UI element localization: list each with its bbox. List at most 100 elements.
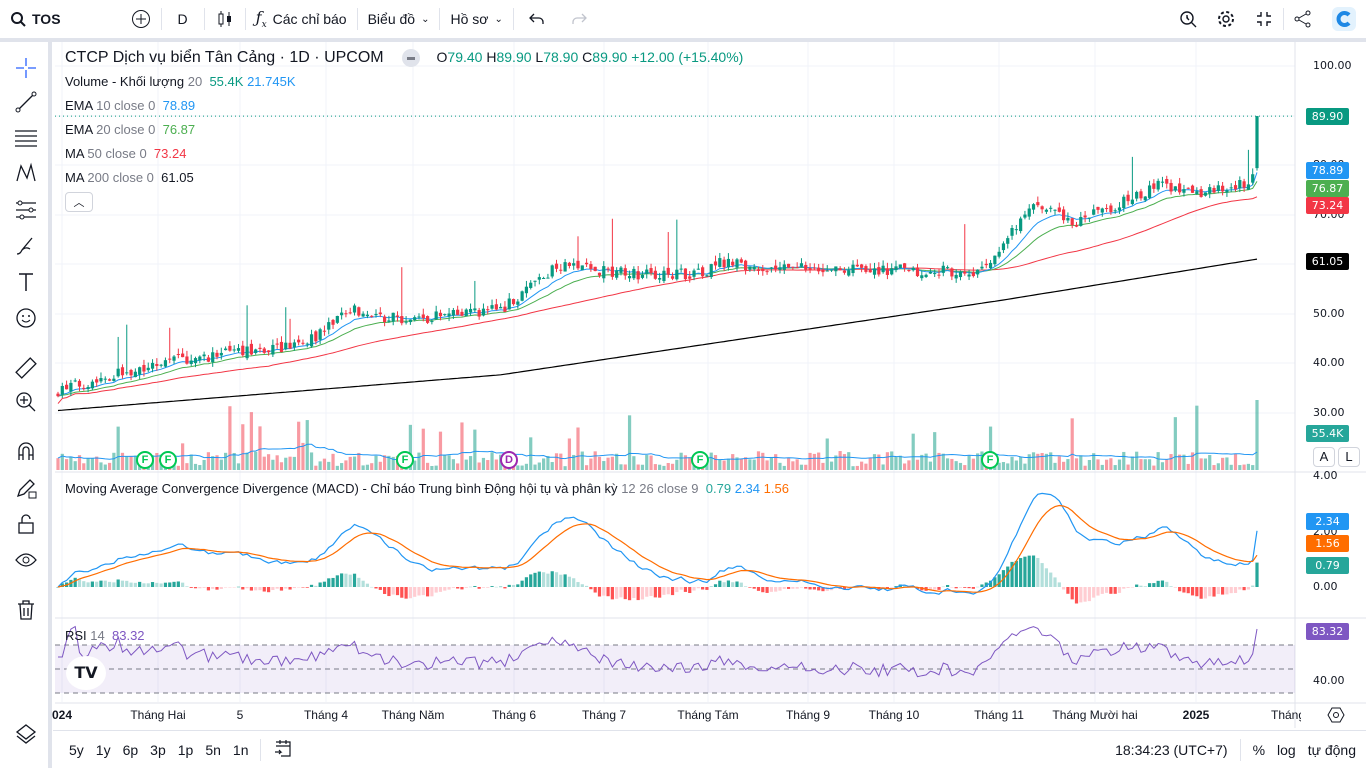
macd-histogram-bar bbox=[464, 587, 468, 588]
macd-histogram-bar bbox=[181, 582, 185, 587]
range-3m[interactable]: 3p bbox=[144, 742, 172, 758]
volume-bar bbox=[713, 455, 718, 470]
chevron-up-icon: ︿ bbox=[73, 197, 85, 209]
magnet-tool[interactable] bbox=[12, 438, 40, 466]
candle-body bbox=[825, 270, 829, 272]
zoom-tool[interactable] bbox=[12, 388, 40, 416]
redo-button[interactable] bbox=[560, 0, 598, 38]
time-axis-settings-button[interactable] bbox=[1327, 706, 1345, 727]
text-tool[interactable] bbox=[12, 268, 40, 296]
settings-button[interactable] bbox=[1207, 0, 1245, 38]
candle-body bbox=[1006, 238, 1010, 244]
range-5y[interactable]: 5y bbox=[63, 742, 90, 758]
earnings-event-marker[interactable]: F bbox=[136, 451, 154, 469]
collapse-legend-button[interactable]: ︿ bbox=[65, 192, 93, 212]
candle-body bbox=[1143, 196, 1147, 201]
macd-histogram-bar bbox=[301, 587, 305, 588]
log-scale-toggle[interactable]: log bbox=[1271, 742, 1302, 758]
hide-tool[interactable] bbox=[12, 546, 40, 574]
legend-toggle-button[interactable] bbox=[402, 49, 421, 67]
clock[interactable]: 18:34:23 (UTC+7) bbox=[1109, 742, 1233, 758]
crosshair-tool[interactable] bbox=[12, 54, 40, 82]
percent-scale-button[interactable]: % bbox=[1247, 742, 1271, 758]
last-price-label: 89.90 bbox=[1306, 108, 1349, 125]
macd-histogram-bar bbox=[997, 574, 1001, 587]
bottom-toolbar: 5y 1y 6p 3p 1p 5n 1n 18:34:23 (UTC+7) % … bbox=[53, 730, 1366, 768]
volume-bar bbox=[125, 456, 129, 470]
candle-body bbox=[189, 360, 193, 364]
fullscreen-button[interactable] bbox=[1245, 0, 1283, 38]
interval-button[interactable]: D bbox=[162, 0, 204, 38]
dividend-event-marker[interactable]: D bbox=[500, 451, 518, 469]
chart-type-button[interactable] bbox=[205, 0, 245, 38]
macd-histogram-bar bbox=[159, 583, 163, 587]
chart-menu-label: Biểu đồ bbox=[367, 11, 416, 27]
compare-button[interactable] bbox=[121, 0, 161, 38]
candle-body bbox=[309, 334, 314, 347]
macd-histogram-bar bbox=[417, 587, 421, 596]
volume-bar bbox=[1238, 465, 1242, 470]
volume-bar bbox=[554, 453, 559, 470]
profile-menu-button[interactable]: Hồ sơ ⌄ bbox=[440, 0, 512, 38]
ma200-legend[interactable]: MA 200 close 0 61.05 bbox=[65, 170, 194, 185]
ma50-legend[interactable]: MA 50 close 0 73.24 bbox=[65, 146, 186, 161]
indicator-name: MA bbox=[65, 146, 84, 161]
lock-tool[interactable] bbox=[12, 510, 40, 538]
measure-tool[interactable] bbox=[12, 354, 40, 382]
tradingview-logo[interactable]: 𝗧𝗩 bbox=[66, 656, 106, 690]
volume-bar bbox=[1079, 455, 1083, 470]
macd-histogram-bar bbox=[963, 587, 967, 588]
earnings-event-marker[interactable]: F bbox=[159, 451, 177, 469]
range-6m[interactable]: 6p bbox=[117, 742, 145, 758]
volume-legend[interactable]: Volume - Khối lượng 20 55.4K 21.745K bbox=[65, 74, 296, 89]
signal-line bbox=[57, 504, 1258, 593]
volume-bar bbox=[224, 452, 228, 470]
rsi-legend[interactable]: RSI 14 83.32 bbox=[65, 628, 145, 643]
fib-tool[interactable] bbox=[12, 124, 40, 152]
volume-bar bbox=[529, 437, 533, 470]
range-1d[interactable]: 1n bbox=[227, 742, 255, 758]
auto-scale-toggle[interactable]: tự động bbox=[1302, 742, 1366, 758]
ema20-legend[interactable]: EMA 20 close 0 76.87 bbox=[65, 122, 195, 137]
volume-bar bbox=[1053, 462, 1057, 470]
trendline-tool[interactable] bbox=[12, 88, 40, 116]
macd-histogram-bar bbox=[241, 587, 245, 590]
earnings-event-marker[interactable]: F bbox=[981, 451, 999, 469]
macd-legend[interactable]: Moving Average Convergence Divergence (M… bbox=[65, 481, 789, 496]
brush-tool[interactable] bbox=[12, 232, 40, 260]
object-tree-button[interactable] bbox=[12, 720, 40, 748]
ema10-legend[interactable]: EMA 10 close 0 78.89 bbox=[65, 98, 195, 113]
chart-canvas[interactable] bbox=[53, 42, 1366, 728]
candle-body bbox=[64, 384, 69, 390]
share-button[interactable] bbox=[1284, 0, 1322, 38]
pattern-tool[interactable] bbox=[12, 159, 40, 187]
time-tick: 5 bbox=[236, 708, 244, 722]
volume-bar bbox=[1233, 454, 1238, 470]
range-1y[interactable]: 1y bbox=[90, 742, 117, 758]
alert-button[interactable] bbox=[1169, 0, 1207, 38]
eye-icon bbox=[15, 553, 37, 567]
earnings-event-marker[interactable]: F bbox=[691, 451, 709, 469]
macd-histogram-bar bbox=[90, 581, 94, 587]
auto-scale-button[interactable]: A bbox=[1313, 447, 1335, 467]
range-5d[interactable]: 5n bbox=[199, 742, 227, 758]
indicator-value: 76.87 bbox=[162, 122, 196, 137]
symbol-search-button[interactable]: TOS bbox=[0, 0, 71, 38]
emoji-tool[interactable] bbox=[12, 304, 40, 332]
macd-histogram-bar bbox=[1242, 587, 1246, 591]
lock-drawings-tool[interactable] bbox=[12, 474, 40, 502]
macd-histogram-bar bbox=[1104, 587, 1109, 593]
undo-button[interactable] bbox=[514, 0, 560, 38]
remove-tool[interactable] bbox=[12, 596, 40, 624]
goto-date-button[interactable] bbox=[267, 738, 299, 761]
candle-body bbox=[357, 307, 361, 316]
projection-tool[interactable] bbox=[12, 196, 40, 224]
candle-body bbox=[945, 267, 950, 269]
candle-body bbox=[378, 312, 382, 315]
chart-menu-button[interactable]: Biểu đồ ⌄ bbox=[358, 0, 440, 38]
log-scale-button[interactable]: L bbox=[1338, 447, 1360, 467]
earnings-event-marker[interactable]: F bbox=[396, 451, 414, 469]
range-1m[interactable]: 1p bbox=[172, 742, 200, 758]
volume-bar bbox=[198, 465, 202, 470]
indicators-button[interactable]: ƒx Các chỉ báo bbox=[246, 0, 357, 38]
